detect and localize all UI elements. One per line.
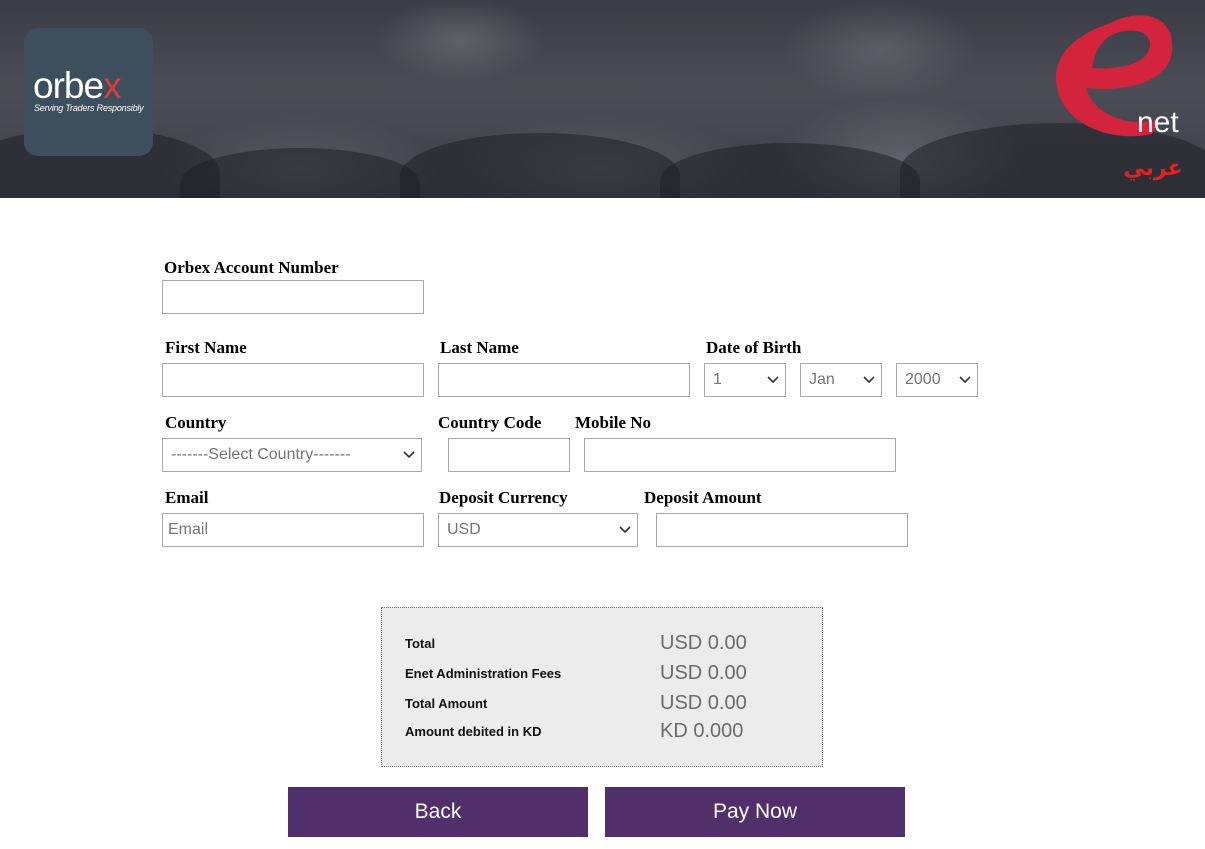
summary-kd-label: Amount debited in KD — [405, 724, 542, 739]
orbex-logo: orbex Serving Traders Responsibly — [24, 28, 153, 156]
account-number-input[interactable] — [162, 280, 424, 314]
date-of-birth-label: Date of Birth — [706, 338, 802, 357]
chevron-down-icon — [767, 376, 779, 384]
country-select[interactable]: -------Select Country------- — [162, 438, 422, 472]
first-name-input[interactable] — [162, 363, 424, 397]
deposit-amount-label: Deposit Amount — [644, 488, 762, 507]
mobile-no-label: Mobile No — [575, 413, 652, 432]
country-value: -------Select Country------- — [171, 446, 351, 463]
back-button[interactable]: Back — [288, 787, 588, 837]
dob-day-value: 1 — [713, 371, 722, 388]
chevron-down-icon — [959, 376, 971, 384]
summary-total-value: USD 0.00 — [660, 632, 747, 654]
header-banner: orbex Serving Traders Responsibly net عر… — [0, 0, 1205, 198]
deposit-currency-select[interactable]: USD — [438, 513, 638, 547]
banner-crowd-shape — [180, 148, 420, 198]
last-name-label: Last Name — [440, 338, 519, 357]
summary-total-amount-label: Total Amount — [405, 696, 488, 711]
arabic-language-link[interactable]: عربي — [1120, 156, 1186, 181]
summary-fees-value: USD 0.00 — [660, 662, 747, 684]
mobile-no-input[interactable] — [584, 438, 896, 472]
country-label: Country — [165, 413, 227, 432]
account-number-label: Orbex Account Number — [164, 258, 339, 277]
dob-year-value: 2000 — [905, 371, 941, 388]
email-label: Email — [165, 488, 209, 507]
orbex-logo-text: orbex — [33, 65, 122, 106]
orbex-tagline: Serving Traders Responsibly — [34, 103, 144, 113]
deposit-currency-label: Deposit Currency — [439, 488, 568, 507]
banner-crowd-shape — [400, 133, 680, 198]
deposit-amount-input[interactable] — [656, 513, 908, 547]
enet-logo: net — [1056, 15, 1179, 139]
summary-kd-value: KD 0.000 — [660, 720, 744, 742]
first-name-label: First Name — [165, 338, 247, 357]
banner-crowd-shape — [660, 143, 920, 198]
chevron-down-icon — [403, 451, 415, 459]
summary-fees-label: Enet Administration Fees — [405, 666, 562, 681]
last-name-input[interactable] — [438, 363, 690, 397]
chevron-down-icon — [619, 526, 631, 534]
chevron-down-icon — [863, 376, 875, 384]
dob-month-select[interactable]: Jan — [800, 363, 882, 397]
orbex-logo-x: x — [103, 65, 121, 106]
pay-now-button[interactable]: Pay Now — [605, 787, 905, 837]
country-code-label: Country Code — [438, 413, 542, 432]
enet-logo-text: net — [1137, 106, 1179, 139]
summary-total-amount-value: USD 0.00 — [660, 692, 747, 714]
dob-year-select[interactable]: 2000 — [896, 363, 978, 397]
dob-month-value: Jan — [809, 371, 835, 388]
deposit-currency-value: USD — [447, 521, 481, 538]
dob-day-select[interactable]: 1 — [704, 363, 786, 397]
email-input[interactable]: Email — [162, 513, 424, 547]
payment-summary-box: Total USD 0.00 Enet Administration Fees … — [381, 607, 823, 767]
summary-total-label: Total — [405, 636, 436, 651]
country-code-input[interactable] — [448, 438, 570, 472]
